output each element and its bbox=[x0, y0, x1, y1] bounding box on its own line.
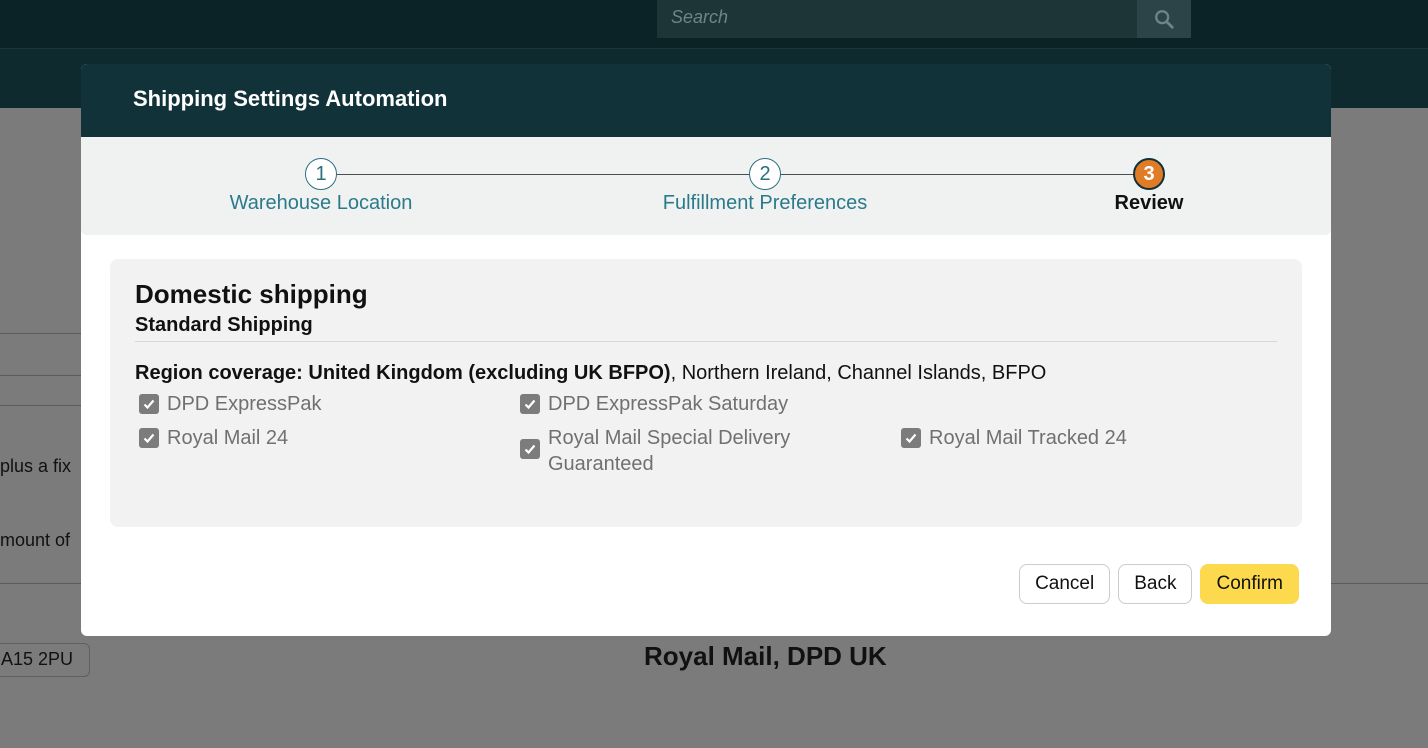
divider bbox=[0, 333, 82, 334]
step-warehouse-location[interactable]: 1 Warehouse Location bbox=[191, 158, 451, 215]
option-label: Royal Mail Special Delivery Guaranteed bbox=[548, 427, 791, 475]
step-label: Review bbox=[1114, 192, 1184, 214]
wizard-stepper: 1 Warehouse Location 2 Fulfillment Prefe… bbox=[81, 137, 1331, 235]
option-label: DPD ExpressPak bbox=[167, 393, 322, 415]
cancel-button[interactable]: Cancel bbox=[1019, 564, 1111, 604]
postcode-pill: A15 2PU bbox=[0, 643, 90, 677]
divider bbox=[0, 375, 82, 376]
step-number: 2 bbox=[749, 158, 781, 190]
option-dpd-expresspak: DPD ExpressPak bbox=[139, 391, 520, 417]
option-label: Royal Mail 24 bbox=[167, 427, 289, 449]
checkbox-checked-icon bbox=[901, 428, 921, 448]
option-royal-mail-special-delivery: Royal Mail Special Delivery Guaranteed bbox=[520, 425, 901, 477]
checkbox-checked-icon bbox=[520, 394, 540, 414]
shipping-settings-modal: Shipping Settings Automation 1 Warehouse… bbox=[81, 64, 1331, 636]
empty-cell bbox=[901, 391, 1282, 417]
region-label: Region coverage: United Kingdom (excludi… bbox=[135, 362, 671, 384]
step-label[interactable]: Warehouse Location bbox=[191, 192, 451, 215]
shipping-options: DPD ExpressPak DPD ExpressPak Saturday R… bbox=[139, 391, 1277, 477]
checkbox-checked-icon bbox=[520, 439, 540, 459]
region-coverage: Region coverage: United Kingdom (excludi… bbox=[135, 362, 1277, 385]
step-label[interactable]: Fulfillment Preferences bbox=[635, 192, 895, 215]
step-number: 1 bbox=[305, 158, 337, 190]
modal-title: Shipping Settings Automation bbox=[81, 64, 1331, 137]
option-label: Royal Mail Tracked 24 bbox=[929, 427, 1127, 449]
background-text: plus a fix bbox=[0, 456, 72, 476]
back-button[interactable]: Back bbox=[1118, 564, 1193, 604]
page: Search plus a fix mount of A15 2PU Royal… bbox=[0, 0, 1428, 748]
option-label: DPD ExpressPak Saturday bbox=[548, 393, 789, 415]
step-review: 3 Review bbox=[1019, 158, 1279, 215]
region-rest: , Northern Ireland, Channel Islands, BFP… bbox=[670, 362, 1047, 384]
checkbox-checked-icon bbox=[139, 394, 159, 414]
step-fulfillment-preferences[interactable]: 2 Fulfillment Preferences bbox=[635, 158, 895, 215]
search-button[interactable] bbox=[1137, 0, 1191, 38]
option-royal-mail-24: Royal Mail 24 bbox=[139, 425, 520, 477]
option-royal-mail-tracked-24: Royal Mail Tracked 24 bbox=[901, 425, 1282, 477]
confirm-button[interactable]: Confirm bbox=[1200, 564, 1299, 604]
search-icon bbox=[1155, 10, 1174, 29]
section-subtitle: Standard Shipping bbox=[135, 314, 1277, 342]
step-number: 3 bbox=[1133, 158, 1165, 190]
divider bbox=[0, 405, 82, 406]
option-dpd-expresspak-saturday: DPD ExpressPak Saturday bbox=[520, 391, 901, 417]
background-text: mount of bbox=[0, 530, 71, 550]
checkbox-checked-icon bbox=[139, 428, 159, 448]
carriers-summary: Royal Mail, DPD UK bbox=[644, 641, 887, 671]
modal-footer: Cancel Back Confirm bbox=[1019, 564, 1299, 604]
section-title: Domestic shipping bbox=[135, 279, 368, 309]
review-card: Domestic shipping Standard Shipping Regi… bbox=[110, 259, 1302, 527]
search-input[interactable]: Search bbox=[657, 0, 1137, 38]
